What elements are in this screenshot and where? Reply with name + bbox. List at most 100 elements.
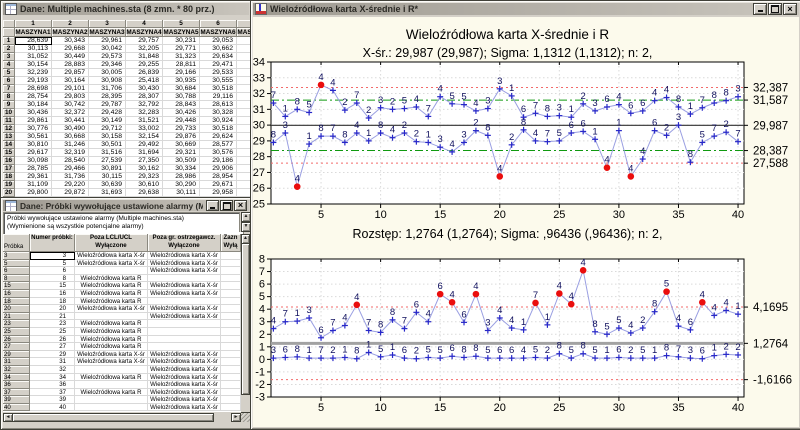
data-cell[interactable]: 30,501 — [89, 141, 126, 149]
alarm-warning-cell[interactable]: Wieloźródłowa karta X-śr — [148, 404, 221, 412]
sample-number-cell[interactable]: 21 — [30, 313, 75, 321]
row-number[interactable]: 2 — [3, 45, 15, 53]
data-cell[interactable]: 30,555 — [200, 77, 237, 85]
data-cell[interactable]: 31,052 — [15, 53, 52, 61]
data-cell[interactable]: 30,935 — [163, 77, 200, 85]
data-cell[interactable]: 28,843 — [163, 101, 200, 109]
row-label[interactable]: 39 — [3, 396, 30, 404]
column-number-header[interactable] — [237, 20, 251, 28]
row-label[interactable]: 26 — [3, 336, 30, 344]
data-cell[interactable]: 29,671 — [200, 181, 237, 189]
data-cell[interactable]: 29,466 — [52, 165, 89, 173]
info-panel-scrollbar[interactable]: ▲ ▼ — [239, 212, 250, 232]
vscroll-thumb[interactable] — [241, 243, 250, 395]
alarm-extra-cell[interactable] — [221, 336, 241, 344]
sample-number-cell[interactable]: 26 — [30, 336, 75, 344]
alarm-lcl-ucl-cell[interactable] — [75, 313, 148, 321]
data-cell[interactable]: 30,518 — [200, 125, 237, 133]
data-cell[interactable]: 30,669 — [163, 141, 200, 149]
data-cell[interactable]: 30,231 — [163, 37, 200, 45]
minimize-button[interactable] — [206, 200, 219, 211]
data-cell[interactable]: 28,698 — [15, 85, 52, 93]
data-cell[interactable]: 30,441 — [52, 117, 89, 125]
data-cell[interactable] — [237, 125, 251, 133]
data-cell[interactable]: 30,908 — [89, 77, 126, 85]
alarm-extra-cell[interactable] — [221, 374, 241, 382]
data-cell[interactable]: 26,839 — [126, 69, 163, 77]
data-cell[interactable] — [237, 157, 251, 165]
alarm-warning-cell[interactable]: Wieloźródłowa karta X-śr — [148, 374, 221, 382]
data-cell[interactable]: 29,876 — [163, 133, 200, 141]
data-cell[interactable]: 30,509 — [163, 157, 200, 165]
alarm-extra-cell[interactable] — [221, 351, 241, 359]
alarm-warning-cell[interactable] — [148, 275, 221, 283]
data-cell[interactable] — [237, 77, 251, 85]
alarm-lcl-ucl-cell[interactable]: Wieloźródłowa karta R — [75, 282, 148, 290]
column-header[interactable]: ZaznWyłą — [221, 234, 241, 252]
sample-number-cell[interactable]: 8 — [30, 275, 75, 283]
data-cell[interactable]: 31,323 — [163, 53, 200, 61]
data-cell[interactable]: 30,639 — [89, 181, 126, 189]
alarm-extra-cell[interactable] — [221, 396, 241, 404]
data-cell[interactable] — [237, 53, 251, 61]
data-cell[interactable]: 29,220 — [52, 181, 89, 189]
data-cell[interactable]: 30,154 — [15, 61, 52, 69]
data-cell[interactable]: 31,848 — [126, 53, 163, 61]
row-number[interactable]: 19 — [3, 181, 15, 189]
data-cell[interactable] — [237, 69, 251, 77]
data-cell[interactable]: 29,448 — [163, 117, 200, 125]
data-cell[interactable]: 29,803 — [52, 93, 89, 101]
alarm-warning-cell[interactable]: Wieloźródłowa karta X-śr — [148, 305, 221, 313]
row-label[interactable]: 16 — [3, 290, 30, 298]
data-cell[interactable]: 30,490 — [52, 125, 89, 133]
chart-titlebar[interactable]: Wieloźródłowa karta X-średnie i R* × — [253, 3, 799, 15]
data-cell[interactable]: 29,787 — [89, 101, 126, 109]
alarm-extra-cell[interactable] — [221, 343, 241, 351]
row-number[interactable]: 11 — [3, 117, 15, 125]
data-cell[interactable]: 29,617 — [15, 149, 52, 157]
data-cell[interactable]: 29,492 — [126, 141, 163, 149]
column-header[interactable]: Poza gr. ostrzegawcz.Wyłączone — [148, 234, 221, 252]
data-cell[interactable]: 29,255 — [126, 61, 163, 69]
corner-cell[interactable] — [3, 20, 15, 28]
window-data-spreadsheet[interactable]: Dane: Multiple machines.sta (8 zmn. * 80… — [0, 0, 252, 199]
row-label[interactable]: 36 — [3, 381, 30, 389]
row-label[interactable]: 15 — [3, 282, 30, 290]
alarm-warning-cell[interactable]: Wieloźródłowa karta X-śr — [148, 381, 221, 389]
alarm-extra-cell[interactable] — [221, 381, 241, 389]
column-number-header[interactable]: 4 — [126, 20, 163, 28]
data-cell[interactable] — [237, 173, 251, 181]
data-cell[interactable]: 31,694 — [126, 149, 163, 157]
data-cell[interactable] — [237, 165, 251, 173]
row-label[interactable]: 25 — [3, 328, 30, 336]
row-number[interactable]: 7 — [3, 85, 15, 93]
alarm-warning-cell[interactable]: Wieloźródłowa karta X-śr — [148, 396, 221, 404]
row-number[interactable]: 18 — [3, 173, 15, 181]
data-cell[interactable]: 29,323 — [126, 173, 163, 181]
data-cell[interactable]: 29,533 — [200, 69, 237, 77]
data-cell[interactable]: 29,861 — [15, 117, 52, 125]
alarm-extra-cell[interactable] — [221, 282, 241, 290]
alarm-lcl-ucl-cell[interactable]: Wieloźródłowa karta X-śr — [75, 252, 148, 260]
row-number[interactable]: 5 — [3, 69, 15, 77]
data-cell[interactable]: 30,111 — [163, 189, 200, 197]
sample-number-cell[interactable]: 29 — [30, 351, 75, 359]
row-number[interactable]: 16 — [3, 157, 15, 165]
alarm-warning-cell[interactable] — [148, 343, 221, 351]
data-cell[interactable] — [237, 149, 251, 157]
alarms-hscrollbar[interactable]: ◄ ► — [3, 413, 241, 422]
data-cell[interactable]: 28,639 — [15, 37, 52, 45]
row-number[interactable]: 9 — [3, 101, 15, 109]
data-cell[interactable] — [237, 93, 251, 101]
data-cell[interactable]: 28,754 — [15, 93, 52, 101]
alarm-warning-cell[interactable]: Wieloźródłowa karta X-śr — [148, 252, 221, 260]
data-cell[interactable]: 30,436 — [15, 109, 52, 117]
data-cell[interactable]: 29,872 — [52, 189, 89, 197]
data-cell[interactable]: 30,115 — [89, 173, 126, 181]
alarm-extra-cell[interactable] — [221, 298, 241, 306]
data-cell[interactable] — [237, 45, 251, 53]
close-button[interactable]: × — [783, 3, 797, 15]
data-cell[interactable]: 29,961 — [89, 37, 126, 45]
alarm-lcl-ucl-cell[interactable] — [75, 267, 148, 275]
window-control-charts[interactable]: Wieloźródłowa karta X-średnie i R* × Wie… — [250, 0, 800, 430]
